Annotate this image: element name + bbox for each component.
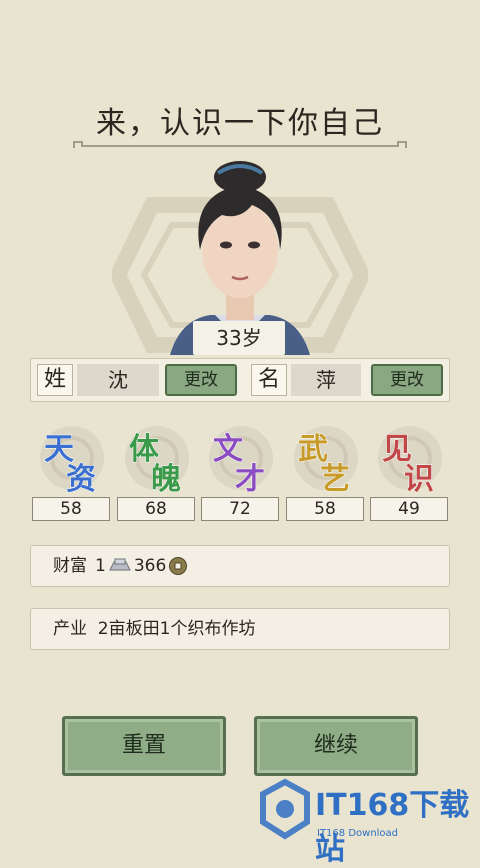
reset-button[interactable]: 重置 (62, 716, 226, 776)
watermark-sub: IT168 Download (317, 828, 399, 839)
attribute-value: 68 (117, 497, 195, 521)
property-row: 产业 2亩板田1个织布作坊 (30, 608, 450, 650)
attribute-value: 58 (286, 497, 364, 521)
attribute-value: 72 (201, 497, 279, 521)
attribute-icon-0: 天资 (32, 420, 112, 498)
attribute-name-char2: 资 (66, 462, 97, 498)
name-bar: 姓 沈 更改 名 萍 更改 (30, 358, 450, 402)
page-title: 来，认识一下你自己 (96, 106, 384, 141)
property-text: 产业 2亩板田1个织布作坊 (53, 619, 256, 639)
attribute-name-char2: 艺 (320, 462, 351, 498)
watermark-logo-icon (260, 778, 310, 840)
change-given-name-button[interactable]: 更改 (371, 364, 443, 396)
given-name-label: 名 (251, 364, 287, 396)
copper-coin-icon (169, 557, 188, 575)
attribute-value: 58 (32, 497, 110, 521)
silver-ingot-icon (109, 558, 131, 571)
attribute-name-char2: 才 (235, 462, 266, 498)
attribute-value: 49 (370, 497, 448, 521)
watermark-brand: IT168下载站 (315, 788, 470, 867)
continue-button[interactable]: 继续 (254, 716, 418, 776)
watermark: IT168下载站 IT168 Download (255, 778, 480, 867)
surname-value: 沈 (77, 364, 159, 396)
attribute-icon-2: 文才 (201, 420, 281, 498)
attribute-icon-1: 体魄 (117, 420, 197, 498)
wealth-row: 财富 1 366 (30, 545, 450, 587)
change-surname-button[interactable]: 更改 (165, 364, 237, 396)
given-name-value: 萍 (291, 364, 361, 396)
wealth-label: 财富 (53, 556, 87, 576)
title-divider (73, 141, 407, 148)
silver-count: 1 (95, 556, 106, 576)
attribute-name-char2: 识 (404, 462, 435, 498)
attribute-icon-4: 见识 (370, 420, 450, 498)
attribute-name-char2: 魄 (151, 462, 182, 498)
surname-label: 姓 (37, 364, 73, 396)
attribute-icon-3: 武艺 (286, 420, 366, 498)
coin-count: 366 (133, 556, 167, 576)
age-label: 33岁 (193, 321, 285, 355)
